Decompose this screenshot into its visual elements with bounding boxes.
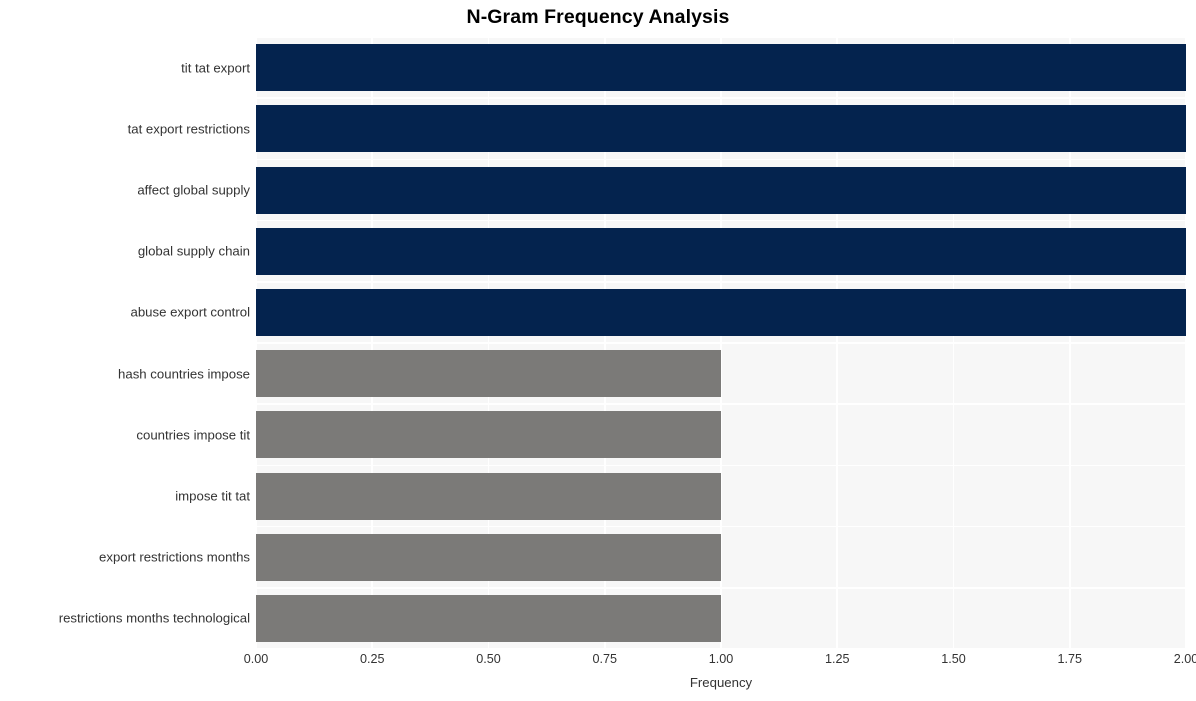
x-tick-label: 0.50 [476,652,501,666]
bar [256,288,1186,336]
y-tick-label: export restrictions months [99,549,250,565]
gridline-horizontal [256,648,1186,650]
bar [256,411,721,459]
gridline-horizontal [256,97,1186,99]
x-tick-label: 2.00 [1173,652,1196,666]
bar [256,227,1186,275]
y-tick-label: hash countries impose [118,366,250,382]
gridline-horizontal [256,36,1186,38]
gridline-horizontal [256,525,1186,528]
bar [256,350,721,398]
x-tick-label: 1.00 [708,652,734,666]
gridline-horizontal [256,219,1186,222]
gridline-horizontal [256,281,1186,283]
bar [256,44,1186,92]
y-tick-label: abuse export control [130,304,251,320]
bar [256,533,721,581]
y-tick-label: impose tit tat [175,488,250,504]
x-axis-label: Frequency [689,675,753,690]
x-tick-label: 1.75 [1057,652,1083,666]
y-tick-label: tat export restrictions [127,121,250,137]
x-tick-label: 0.00 [243,652,269,666]
x-tick-label: 1.25 [824,652,850,666]
y-tick-label: tit tat export [181,60,250,76]
y-tick-label: global supply chain [137,243,250,259]
bar [256,594,721,642]
y-tick-label: restrictions months technological [58,610,250,626]
y-tick-label: countries impose tit [136,427,250,443]
chart-title: N-Gram Frequency Analysis [466,6,730,28]
gridline-horizontal [256,158,1186,161]
gridline-horizontal [256,464,1186,467]
gridline-horizontal [256,342,1186,344]
bar [256,105,1186,153]
bar [256,166,1186,214]
gridline-horizontal [256,587,1186,589]
x-tick-label: 0.25 [359,652,385,666]
gridline-horizontal [256,403,1186,405]
x-tick-label: 1.50 [941,652,966,666]
y-axis-tick-labels: tit tat export tat export restrictions aff… [0,37,250,649]
x-axis-tick-labels: 0.00 0.25 0.50 0.75 1.00 1.25 1.50 1.75 2.00 [244,652,1196,672]
chart-figure: N-Gram Frequency Analysis tit tat export… [0,0,1196,701]
plot-area [255,36,1187,650]
x-tick-label: 0.75 [592,652,618,666]
bar [256,472,721,520]
y-tick-label: affect global supply [137,182,250,198]
